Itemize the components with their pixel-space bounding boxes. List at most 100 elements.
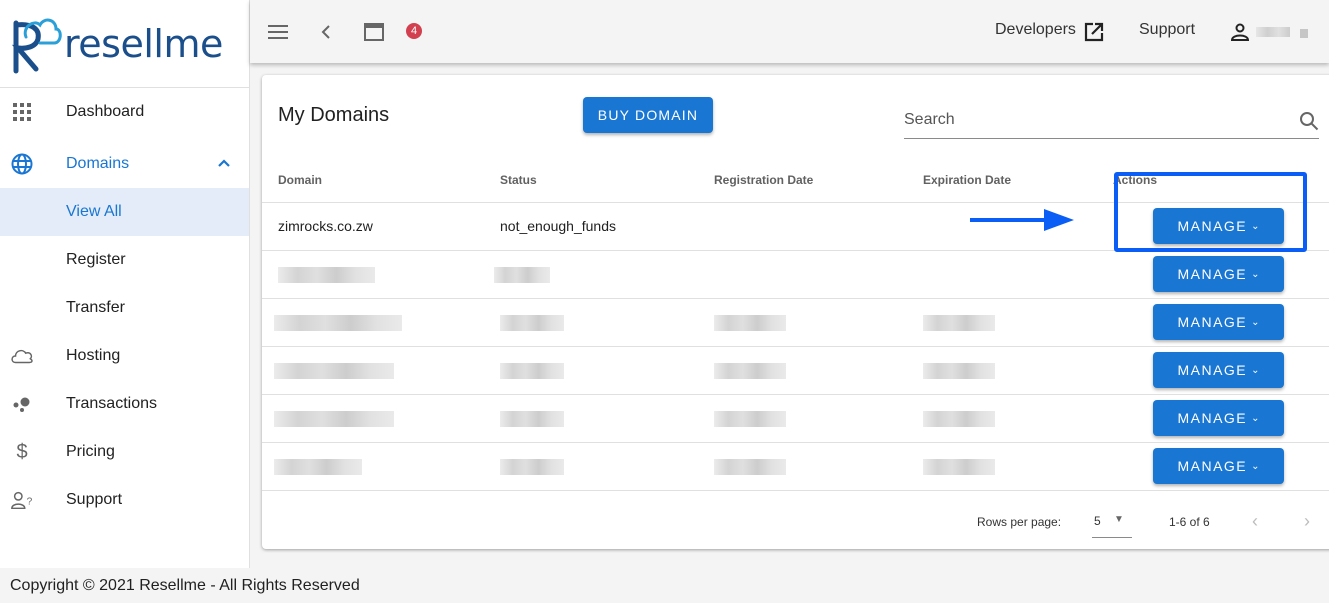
sidebar-item-transfer[interactable]: Transfer: [0, 284, 249, 332]
redacted-domain: [274, 410, 394, 427]
manage-label: MANAGE: [1177, 410, 1248, 426]
buy-domain-button[interactable]: BUY DOMAIN: [583, 97, 713, 133]
footer: Copyright © 2021 Resellme - All Rights R…: [0, 568, 1329, 603]
manage-label: MANAGE: [1177, 314, 1248, 330]
sidebar-item-transactions[interactable]: Transactions: [0, 380, 249, 428]
column-header-actions: Actions: [1113, 155, 1329, 203]
sidebar-item-label: Register: [66, 251, 126, 268]
search-field[interactable]: [904, 105, 1319, 139]
redacted-registration-date: [714, 410, 786, 427]
manage-label: MANAGE: [1177, 458, 1248, 474]
sidebar-item-label: View All: [66, 203, 122, 220]
developers-link[interactable]: Developers: [995, 21, 1076, 39]
redacted-status: [500, 458, 564, 475]
resellme-logo-icon: [11, 18, 62, 73]
redacted-registration-date: [714, 458, 786, 475]
chevron-down-icon: ⌄: [1251, 460, 1260, 472]
redacted-registration-date: [714, 362, 786, 379]
rows-per-page-select[interactable]: 5 ▼: [1092, 508, 1132, 538]
pagination: Rows per page: 5 ▼ 1-6 of 6 ‹ ›: [262, 492, 1329, 548]
dollar-icon: $: [16, 440, 28, 463]
sidebar-item-dashboard[interactable]: Dashboard: [0, 88, 249, 136]
cloud-icon: [10, 344, 34, 368]
chevron-down-icon: ⌄: [1251, 364, 1260, 376]
apps-grid-icon: [10, 100, 34, 124]
sidebar-item-register[interactable]: Register: [0, 236, 249, 284]
redacted-domain: [274, 458, 362, 475]
support-link[interactable]: Support: [1139, 21, 1195, 39]
user-name-redacted[interactable]: [1256, 27, 1290, 37]
chevron-down-icon: ⌄: [1251, 220, 1260, 232]
column-header-domain[interactable]: Domain: [262, 155, 500, 203]
sidebar-item-label: Hosting: [66, 347, 121, 364]
manage-label: MANAGE: [1177, 362, 1248, 378]
next-page-icon[interactable]: ›: [1304, 511, 1310, 532]
dropdown-arrow-icon: ▼: [1114, 514, 1124, 525]
redacted-status: [494, 266, 550, 283]
sidebar-item-support[interactable]: ? Support: [0, 476, 249, 524]
manage-button[interactable]: MANAGE ⌄: [1153, 304, 1284, 340]
previous-page-icon[interactable]: ‹: [1252, 511, 1258, 532]
sidebar-item-label: Transfer: [66, 299, 125, 316]
sidebar-item-label: Support: [66, 491, 123, 508]
table-row: MANAGE ⌄: [262, 394, 1329, 443]
sidebar-item-domains[interactable]: Domains: [0, 140, 249, 188]
redacted-status: [500, 314, 564, 331]
table-row: MANAGE ⌄: [262, 442, 1329, 491]
sidebar-item-view-all[interactable]: View All: [0, 188, 249, 236]
sidebar-item-label: Transactions: [66, 395, 157, 412]
sidebar-item-hosting[interactable]: Hosting: [0, 332, 249, 380]
redacted-expiration-date: [923, 314, 995, 331]
redacted-status: [500, 362, 564, 379]
sidebar-item-label: Pricing: [66, 443, 115, 460]
sidebar-item-label: Dashboard: [66, 103, 145, 120]
redacted-domain: [274, 362, 394, 379]
top-app-bar: 4 Developers Support: [250, 0, 1329, 63]
column-header-expiration-date[interactable]: Expiration Date: [923, 155, 1113, 203]
window-icon[interactable]: [362, 20, 386, 44]
sidebar-item-label: Domains: [66, 155, 130, 172]
status-cell: not_enough_funds: [500, 202, 714, 251]
column-header-registration-date[interactable]: Registration Date: [714, 155, 923, 203]
manage-button[interactable]: MANAGE ⌄: [1153, 352, 1284, 388]
redacted-status: [500, 410, 564, 427]
search-icon[interactable]: [1299, 111, 1319, 136]
search-input[interactable]: [904, 105, 1284, 135]
notification-badge[interactable]: 4: [406, 23, 422, 39]
sidebar-item-pricing[interactable]: $ Pricing: [0, 428, 249, 476]
manage-button[interactable]: MANAGE ⌄: [1153, 256, 1284, 292]
user-menu-caret[interactable]: [1300, 29, 1308, 38]
table-row: MANAGE ⌄: [262, 346, 1329, 395]
manage-button[interactable]: MANAGE ⌄: [1153, 448, 1284, 484]
redacted-expiration-date: [923, 458, 995, 475]
column-header-status[interactable]: Status: [500, 155, 714, 203]
logo[interactable]: resellme: [0, 0, 249, 88]
chevron-up-icon[interactable]: [217, 155, 231, 173]
manage-button[interactable]: MANAGE ⌄: [1153, 400, 1284, 436]
redacted-registration-date: [714, 314, 786, 331]
manage-button[interactable]: MANAGE ⌄: [1153, 208, 1284, 244]
table-row: zimrocks.co.zw not_enough_funds MANAGE ⌄: [262, 202, 1329, 251]
menu-icon[interactable]: [266, 20, 290, 44]
table-row: MANAGE ⌄: [262, 250, 1329, 299]
chevron-down-icon: ⌄: [1251, 268, 1260, 280]
domains-table: Domain Status Registration Date Expirati…: [262, 155, 1329, 491]
rows-per-page-label: Rows per page:: [977, 515, 1062, 529]
redacted-domain: [278, 266, 375, 283]
copyright-text: Copyright © 2021 Resellme - All Rights R…: [10, 577, 360, 594]
account-icon[interactable]: [1228, 20, 1252, 44]
redacted-expiration-date: [923, 362, 995, 379]
redacted-domain: [274, 314, 402, 331]
back-chevron-icon[interactable]: [314, 20, 338, 44]
domains-card: My Domains BUY DOMAIN Domain Status Regi…: [262, 75, 1329, 549]
person-question-icon: ?: [10, 488, 34, 512]
brand-name: resellme: [64, 21, 223, 66]
svg-text:?: ?: [27, 497, 33, 508]
sidebar: resellme Dashboard Domains View All Regi…: [0, 0, 250, 568]
chevron-down-icon: ⌄: [1251, 316, 1260, 328]
open-external-icon[interactable]: [1082, 20, 1106, 44]
chevron-down-icon: ⌄: [1251, 412, 1260, 424]
page-title: My Domains: [278, 104, 390, 126]
table-header-row: Domain Status Registration Date Expirati…: [262, 155, 1329, 203]
manage-label: MANAGE: [1177, 218, 1248, 234]
